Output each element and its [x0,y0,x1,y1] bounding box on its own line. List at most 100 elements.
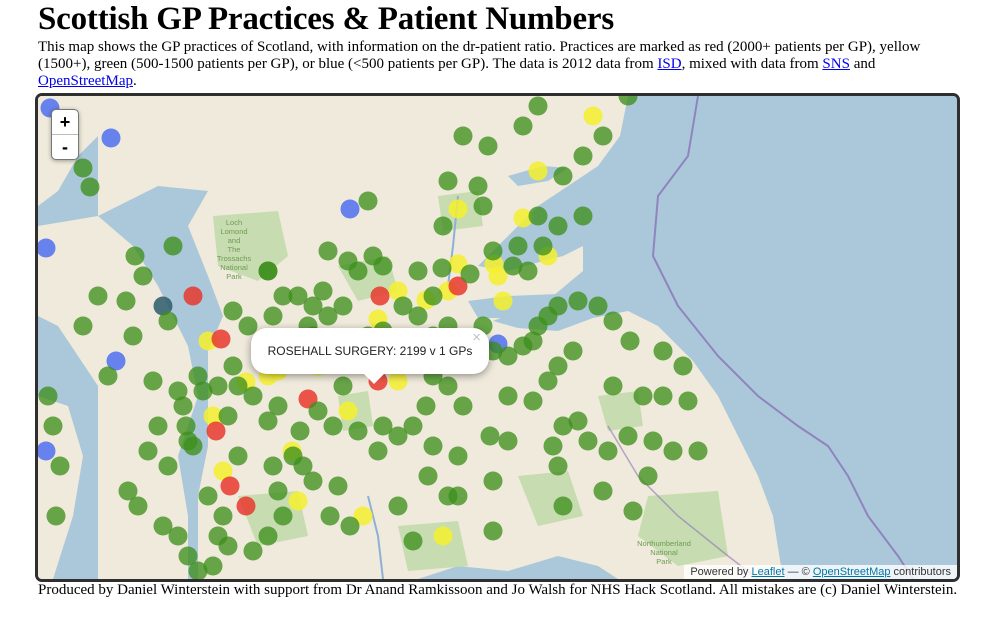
practice-marker[interactable] [363,246,383,266]
practice-marker[interactable] [123,326,143,346]
practice-marker[interactable] [498,386,518,406]
practice-marker[interactable] [553,166,573,186]
practice-marker[interactable] [338,401,358,421]
practice-marker[interactable] [528,96,548,116]
practice-marker[interactable] [448,446,468,466]
practice-marker[interactable] [583,106,603,126]
practice-marker[interactable] [263,306,283,326]
practice-marker[interactable] [432,258,452,278]
practice-marker[interactable] [548,456,568,476]
map-canvas[interactable]: Loch Lomond and The Trossachs National P… [38,96,957,579]
practice-marker[interactable] [663,441,683,461]
practice-marker[interactable] [418,466,438,486]
practice-marker[interactable] [603,376,623,396]
practice-marker[interactable] [623,501,643,521]
practice-marker[interactable] [433,526,453,546]
practice-marker[interactable] [98,366,118,386]
practice-marker[interactable] [268,481,288,501]
practice-marker[interactable] [213,506,233,526]
practice-marker[interactable] [348,261,368,281]
practice-marker[interactable] [528,206,548,226]
practice-marker[interactable] [323,416,343,436]
practice-marker[interactable] [168,526,188,546]
practice-marker[interactable] [313,281,333,301]
zoom-out-button[interactable]: - [52,134,78,159]
practice-marker[interactable] [293,456,313,476]
practice-marker[interactable] [478,136,498,156]
practice-marker[interactable] [573,206,593,226]
practice-marker[interactable] [453,126,473,146]
practice-marker[interactable] [333,376,353,396]
practice-marker[interactable] [43,416,63,436]
practice-marker[interactable] [388,496,408,516]
practice-marker[interactable] [653,386,673,406]
practice-marker[interactable] [358,191,378,211]
sns-link[interactable]: SNS [822,56,850,72]
practice-marker[interactable] [408,261,428,281]
practice-marker[interactable] [328,476,348,496]
practice-marker[interactable] [38,386,58,406]
practice-marker[interactable] [388,371,408,391]
leaflet-link[interactable]: Leaflet [752,566,785,578]
practice-marker[interactable] [223,356,243,376]
practice-marker[interactable] [158,311,178,331]
practice-marker[interactable] [538,371,558,391]
practice-marker[interactable] [290,421,310,441]
practice-marker[interactable] [563,341,583,361]
practice-marker[interactable] [268,396,288,416]
practice-marker[interactable] [460,264,480,284]
practice-marker[interactable] [653,341,673,361]
practice-marker[interactable] [438,171,458,191]
practice-marker[interactable] [523,391,543,411]
practice-marker[interactable] [340,516,360,536]
practice-marker[interactable] [211,329,231,349]
practice-marker[interactable] [513,116,533,136]
practice-marker[interactable] [125,246,145,266]
practice-marker[interactable] [148,416,168,436]
practice-marker[interactable] [46,506,66,526]
practice-marker[interactable] [273,286,293,306]
practice-marker[interactable] [373,416,393,436]
practice-marker[interactable] [348,421,368,441]
practice-marker[interactable] [480,426,500,446]
practice-marker[interactable] [543,436,563,456]
practice-marker[interactable] [223,301,243,321]
practice-marker[interactable] [258,526,278,546]
practice-marker[interactable] [593,481,613,501]
practice-marker[interactable] [453,396,473,416]
practice-marker[interactable] [568,291,588,311]
practice-marker[interactable] [116,291,136,311]
practice-marker[interactable] [143,371,163,391]
practice-marker[interactable] [468,176,488,196]
practice-marker[interactable] [568,411,588,431]
practice-marker[interactable] [73,158,93,178]
practice-marker[interactable] [206,421,226,441]
practice-marker[interactable] [368,441,388,461]
practice-marker[interactable] [333,296,353,316]
practice-marker[interactable] [208,526,228,546]
practice-marker[interactable] [218,406,238,426]
practice-marker[interactable] [173,396,193,416]
openstreetmap-link[interactable]: OpenStreetMap [38,73,133,89]
practice-marker[interactable] [678,391,698,411]
practice-marker[interactable] [101,128,121,148]
practice-marker[interactable] [588,296,608,316]
practice-marker[interactable] [518,261,538,281]
practice-marker[interactable] [243,541,263,561]
zoom-in-button[interactable]: + [52,110,78,134]
practice-marker[interactable] [423,436,443,456]
practice-marker[interactable] [483,471,503,491]
practice-marker[interactable] [553,496,573,516]
practice-marker[interactable] [528,161,548,181]
practice-marker[interactable] [188,366,208,386]
practice-marker[interactable] [473,196,493,216]
practice-marker[interactable] [448,199,468,219]
practice-marker[interactable] [548,296,568,316]
practice-marker[interactable] [638,466,658,486]
popup-close-icon[interactable]: × [472,315,481,361]
practice-marker[interactable] [423,286,443,306]
practice-marker[interactable] [643,431,663,451]
practice-marker[interactable] [393,296,413,316]
practice-marker[interactable] [483,521,503,541]
practice-marker[interactable] [220,476,240,496]
